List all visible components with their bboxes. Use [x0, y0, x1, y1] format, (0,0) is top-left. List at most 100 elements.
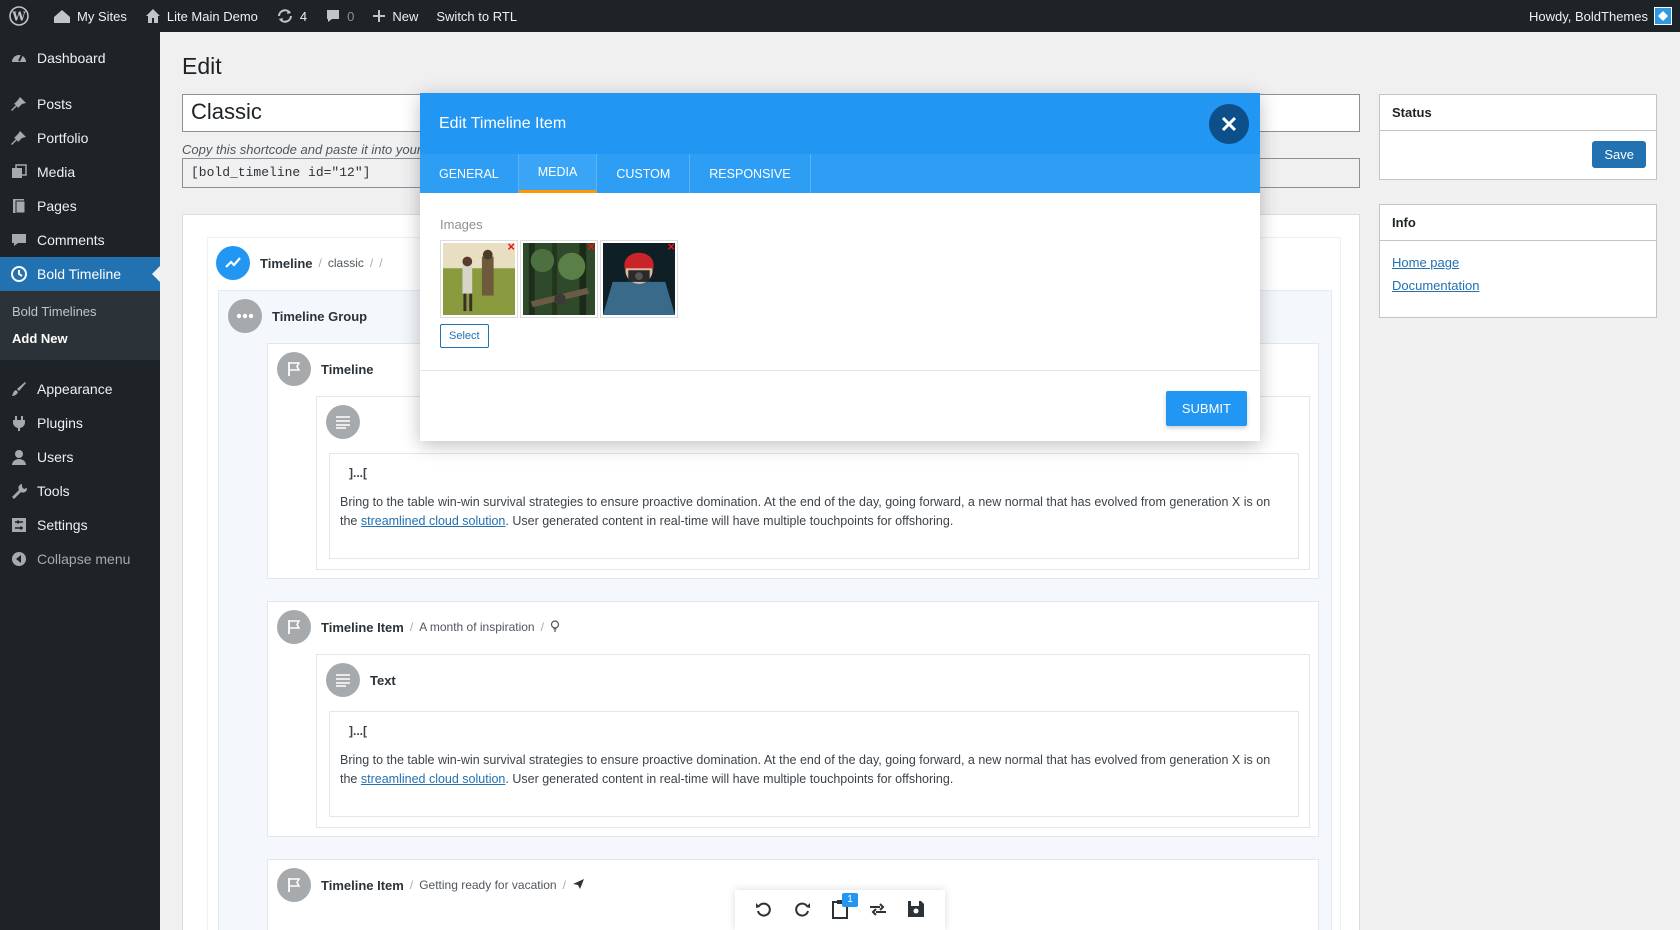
streamlined-cloud-link[interactable]: streamlined cloud solution: [361, 772, 506, 786]
brush-icon: [9, 379, 29, 399]
timeline-item: Timeline Item / A month of inspiration /…: [267, 601, 1319, 837]
timeline-root-header[interactable]: Timeline / classic / /: [216, 246, 383, 280]
sidebar-item-label: Posts: [37, 96, 73, 112]
comments-menu[interactable]: 0: [316, 0, 363, 32]
sidebar-item-label: Plugins: [37, 415, 83, 431]
submit-button[interactable]: SUBMIT: [1165, 391, 1247, 426]
save-icon[interactable]: [906, 899, 926, 922]
avatar: [1654, 7, 1672, 25]
edit-timeline-item-modal: Edit Timeline Item GENERAL MEDIA CUSTOM …: [420, 93, 1260, 441]
account-menu[interactable]: Howdy, BoldThemes: [1529, 7, 1680, 25]
submenu-add-new[interactable]: Add New: [0, 325, 160, 352]
tab-media[interactable]: MEDIA: [518, 154, 598, 193]
text-paragraph-end: . User generated content in real-time wi…: [505, 514, 954, 528]
separator: /: [562, 878, 566, 892]
sidebar-item-appearance[interactable]: Appearance: [0, 372, 160, 406]
pin-icon: [9, 128, 29, 148]
sidebar-item-comments[interactable]: Comments: [0, 223, 160, 257]
select-images-button[interactable]: Select: [440, 324, 489, 348]
updates-menu[interactable]: 4: [267, 0, 316, 32]
flag-icon: [277, 868, 311, 902]
swap-arrows-icon[interactable]: [868, 899, 888, 922]
tab-general[interactable]: GENERAL: [420, 154, 519, 193]
sidebar-item-posts[interactable]: Posts: [0, 87, 160, 121]
site-name-label: Lite Main Demo: [166, 8, 258, 24]
new-content-menu[interactable]: New: [363, 0, 427, 32]
remove-image-icon[interactable]: ×: [667, 240, 675, 253]
modal-close-button[interactable]: [1209, 104, 1249, 144]
separator: /: [369, 256, 374, 270]
status-box: Status Save: [1379, 94, 1657, 180]
save-button[interactable]: Save: [1592, 141, 1646, 168]
collapse-label: Collapse menu: [37, 551, 131, 567]
home-page-link[interactable]: Home page: [1392, 255, 1656, 270]
sidebar-item-tools[interactable]: Tools: [0, 474, 160, 508]
timeline-item-header[interactable]: Timeline: [277, 352, 374, 386]
separator: /: [409, 620, 414, 634]
tab-responsive[interactable]: RESPONSIVE: [690, 154, 811, 193]
streamlined-cloud-link[interactable]: streamlined cloud solution: [361, 514, 506, 528]
admin-bar: W My Sites Lite Main Demo 4 0 New Switch…: [0, 0, 1680, 32]
timeline-root-meta: classic: [327, 256, 364, 270]
switch-rtl-label: Switch to RTL: [436, 8, 518, 24]
bold-timeline-submenu: Bold Timelines Add New: [0, 291, 160, 360]
plugin-icon: [9, 413, 29, 433]
my-sites-menu[interactable]: My Sites: [44, 0, 136, 32]
text-block-header[interactable]: [326, 405, 360, 439]
sidebar-item-portfolio[interactable]: Portfolio: [0, 121, 160, 155]
timeline-item-label: Timeline Item: [321, 619, 404, 635]
undo-icon[interactable]: [754, 899, 774, 922]
text-block-header[interactable]: Text: [326, 663, 396, 697]
sidebar-item-plugins[interactable]: Plugins: [0, 406, 160, 440]
timeline-group-header[interactable]: Timeline Group: [228, 299, 367, 333]
info-box: Info Home page Documentation: [1379, 204, 1657, 318]
timeline-item-header[interactable]: Timeline Item / A month of inspiration /: [277, 610, 560, 644]
submenu-bold-timelines[interactable]: Bold Timelines: [0, 298, 160, 325]
sidebar-item-bold-timeline[interactable]: Bold Timeline: [0, 257, 160, 291]
group-dots-icon: [228, 299, 262, 333]
sidebar-item-settings[interactable]: Settings: [0, 508, 160, 542]
timeline-group-label: Timeline Group: [272, 308, 368, 324]
timeline-item-header[interactable]: Timeline Item / Getting ready for vacati…: [277, 868, 585, 902]
wrench-icon: [9, 481, 29, 501]
timeline-item-label: Timeline: [321, 361, 374, 377]
modal-tabs: GENERAL MEDIA CUSTOM RESPONSIVE: [420, 154, 1260, 193]
tab-custom[interactable]: CUSTOM: [597, 154, 691, 193]
image-thumbnail[interactable]: ×: [520, 240, 598, 318]
my-sites-icon: [54, 10, 70, 23]
home-icon: [145, 9, 160, 23]
info-title: Info: [1380, 205, 1656, 241]
flag-icon: [277, 610, 311, 644]
timeline-item-label: Timeline Item: [321, 877, 404, 893]
my-sites-label: My Sites: [77, 8, 127, 24]
forest-image: [523, 243, 595, 315]
sidebar-item-label: Bold Timeline: [37, 266, 122, 282]
pin-icon: [9, 94, 29, 114]
clipboard-icon[interactable]: 1: [830, 892, 858, 922]
sidebar-item-users[interactable]: Users: [0, 440, 160, 474]
sidebar-item-label: Dashboard: [37, 50, 106, 66]
image-thumbnail[interactable]: ×: [600, 240, 678, 318]
images-label: Images: [440, 217, 483, 232]
wordpress-logo-icon[interactable]: W: [0, 0, 44, 32]
documentation-link[interactable]: Documentation: [1392, 278, 1656, 293]
redo-icon[interactable]: [792, 899, 812, 922]
status-title: Status: [1380, 95, 1656, 131]
sidebar-item-media[interactable]: Media: [0, 155, 160, 189]
site-name-menu[interactable]: Lite Main Demo: [136, 0, 267, 32]
separator: /: [318, 256, 322, 270]
updates-icon: [277, 9, 292, 23]
remove-image-icon[interactable]: ×: [507, 240, 515, 253]
photographer-image: [603, 243, 675, 315]
remove-image-icon[interactable]: ×: [587, 240, 595, 253]
howdy-label: Howdy, BoldThemes: [1529, 8, 1648, 24]
switch-rtl-link[interactable]: Switch to RTL: [427, 0, 526, 32]
sidebar-item-pages[interactable]: Pages: [0, 189, 160, 223]
image-thumbnail[interactable]: ×: [440, 240, 518, 318]
sidebar-item-dashboard[interactable]: Dashboard: [0, 41, 160, 75]
collapse-menu-button[interactable]: Collapse menu: [0, 542, 160, 576]
sidebar-item-label: Pages: [37, 198, 77, 214]
lightbulb-icon: [550, 619, 560, 635]
timeline-item-meta: A month of inspiration: [419, 620, 535, 634]
sidebar-item-label: Settings: [37, 517, 88, 533]
